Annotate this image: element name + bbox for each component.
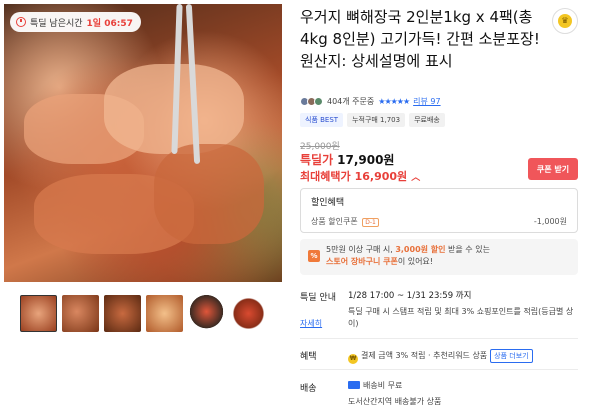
clock-icon <box>16 17 26 27</box>
crown-icon: ♛ <box>558 14 572 28</box>
buyer-count: 404개 주문중 <box>327 97 375 106</box>
max-benefit-row[interactable]: 최대혜택가 16,900원 ︿ <box>300 168 420 184</box>
discount-item-label: 상품 할인쿠폰 <box>311 217 358 226</box>
promo-highlight: 스토어 장바구니 쿠폰 <box>326 257 398 266</box>
discount-heading: 할인혜택 <box>311 198 345 208</box>
max-benefit-label: 최대혜택가 <box>300 170 351 183</box>
discount-line: 상품 할인쿠폰 D-1 -1,000원 <box>311 216 567 227</box>
shipping-fee-row: 배송비 무료 <box>348 380 402 392</box>
get-coupon-button[interactable]: 쿠폰 받기 <box>528 158 578 180</box>
review-link[interactable]: 리뷰 97 <box>413 96 440 107</box>
timer-label: 특딜 남은시간 <box>30 18 83 29</box>
thumbnail-strip <box>20 295 267 332</box>
product-title: 우거지 뼈해장국 2인분1kg x 4팩(총 4kg 8인분) 고기가득! 간편… <box>300 8 540 70</box>
avatar <box>314 97 323 106</box>
shipping-fee: 배송비 무료 <box>363 381 403 390</box>
promo-text: 이 있어요! <box>397 257 434 266</box>
thumbnail-5[interactable] <box>188 295 225 332</box>
divider <box>300 369 578 370</box>
promo-text: 받을 수 있는 <box>445 245 490 254</box>
percent-icon: % <box>308 250 320 262</box>
thumbnail-2[interactable] <box>62 295 99 332</box>
deal-period: 1/28 17:00 ~ 1/31 23:59 까지 <box>348 291 472 301</box>
deal-info-label: 특딜 안내 <box>300 293 336 303</box>
tag-best[interactable]: 식품 BEST <box>300 113 344 127</box>
discount-benefit-box: 할인혜택 상품 할인쿠폰 D-1 -1,000원 <box>300 188 578 233</box>
cart-coupon-promo[interactable]: % 5만원 이상 구매 시, 3,000원 할인 받을 수 있는 스토어 장바구… <box>300 239 578 275</box>
food-image-detail <box>154 144 264 244</box>
tag-free-shipping: 무료배송 <box>409 113 445 127</box>
shipping-note: 도서산간지역 배송불가 상품 <box>348 397 442 406</box>
divider <box>300 338 578 339</box>
thumbnail-4[interactable] <box>146 295 183 332</box>
tag-cumulative-sales: 누적구매 1,703 <box>347 113 406 127</box>
buyer-avatars <box>300 97 323 106</box>
thumbnail-6[interactable] <box>230 295 267 332</box>
timer-value: 1일 06:57 <box>86 18 133 29</box>
deal-timer-badge: 특딜 남은시간 1일 06:57 <box>10 12 141 32</box>
max-benefit-price: 16,900원 <box>354 170 408 183</box>
thumbnail-1[interactable] <box>20 295 57 332</box>
discount-item-value: -1,000원 <box>533 217 567 226</box>
thumbnail-3[interactable] <box>104 295 141 332</box>
rating-stars: ★★★★★ <box>378 97 410 106</box>
product-main-image[interactable]: 특딜 남은시간 1일 06:57 <box>4 4 282 282</box>
benefit-row: ₩ 결제 금액 3% 적립 · 추천리워드 상품 상품 더보기 <box>348 349 533 364</box>
deal-desc-text: 특딜 구매 시 스탬프 적립 및 최대 3% 쇼핑포인트를 적립(등급별 상이) <box>348 307 574 328</box>
discount-dday-badge: D-1 <box>362 218 379 227</box>
benefit-text: 결제 금액 3% 적립 · 추천리워드 상품 <box>361 351 488 360</box>
deal-price-row: 특딜가 17,900원 <box>300 151 394 168</box>
share-button[interactable]: ♛ <box>552 8 578 34</box>
review-summary: 404개 주문중 ★★★★★ 리뷰 97 <box>300 96 441 107</box>
product-tags: 식품 BEST 누적구매 1,703 무료배송 <box>300 113 445 127</box>
more-products-button[interactable]: 상품 더보기 <box>490 349 533 363</box>
shipping-label: 배송 <box>300 384 317 394</box>
truck-icon <box>348 381 360 389</box>
promo-highlight: 3,000원 할인 <box>395 245 446 254</box>
deal-price-label: 특딜가 <box>300 153 334 167</box>
coin-icon: ₩ <box>348 354 358 364</box>
chevron-up-icon: ︿ <box>411 172 421 183</box>
promo-text: 5만원 이상 구매 시, <box>326 245 396 254</box>
deal-detail-link[interactable]: 자세히 <box>300 318 322 330</box>
deal-description: 특딜 구매 시 스탬프 적립 및 최대 3% 쇼핑포인트를 적립(등급별 상이) <box>348 306 578 330</box>
benefit-label: 혜택 <box>300 352 317 362</box>
deal-price-value: 17,900원 <box>337 153 395 167</box>
